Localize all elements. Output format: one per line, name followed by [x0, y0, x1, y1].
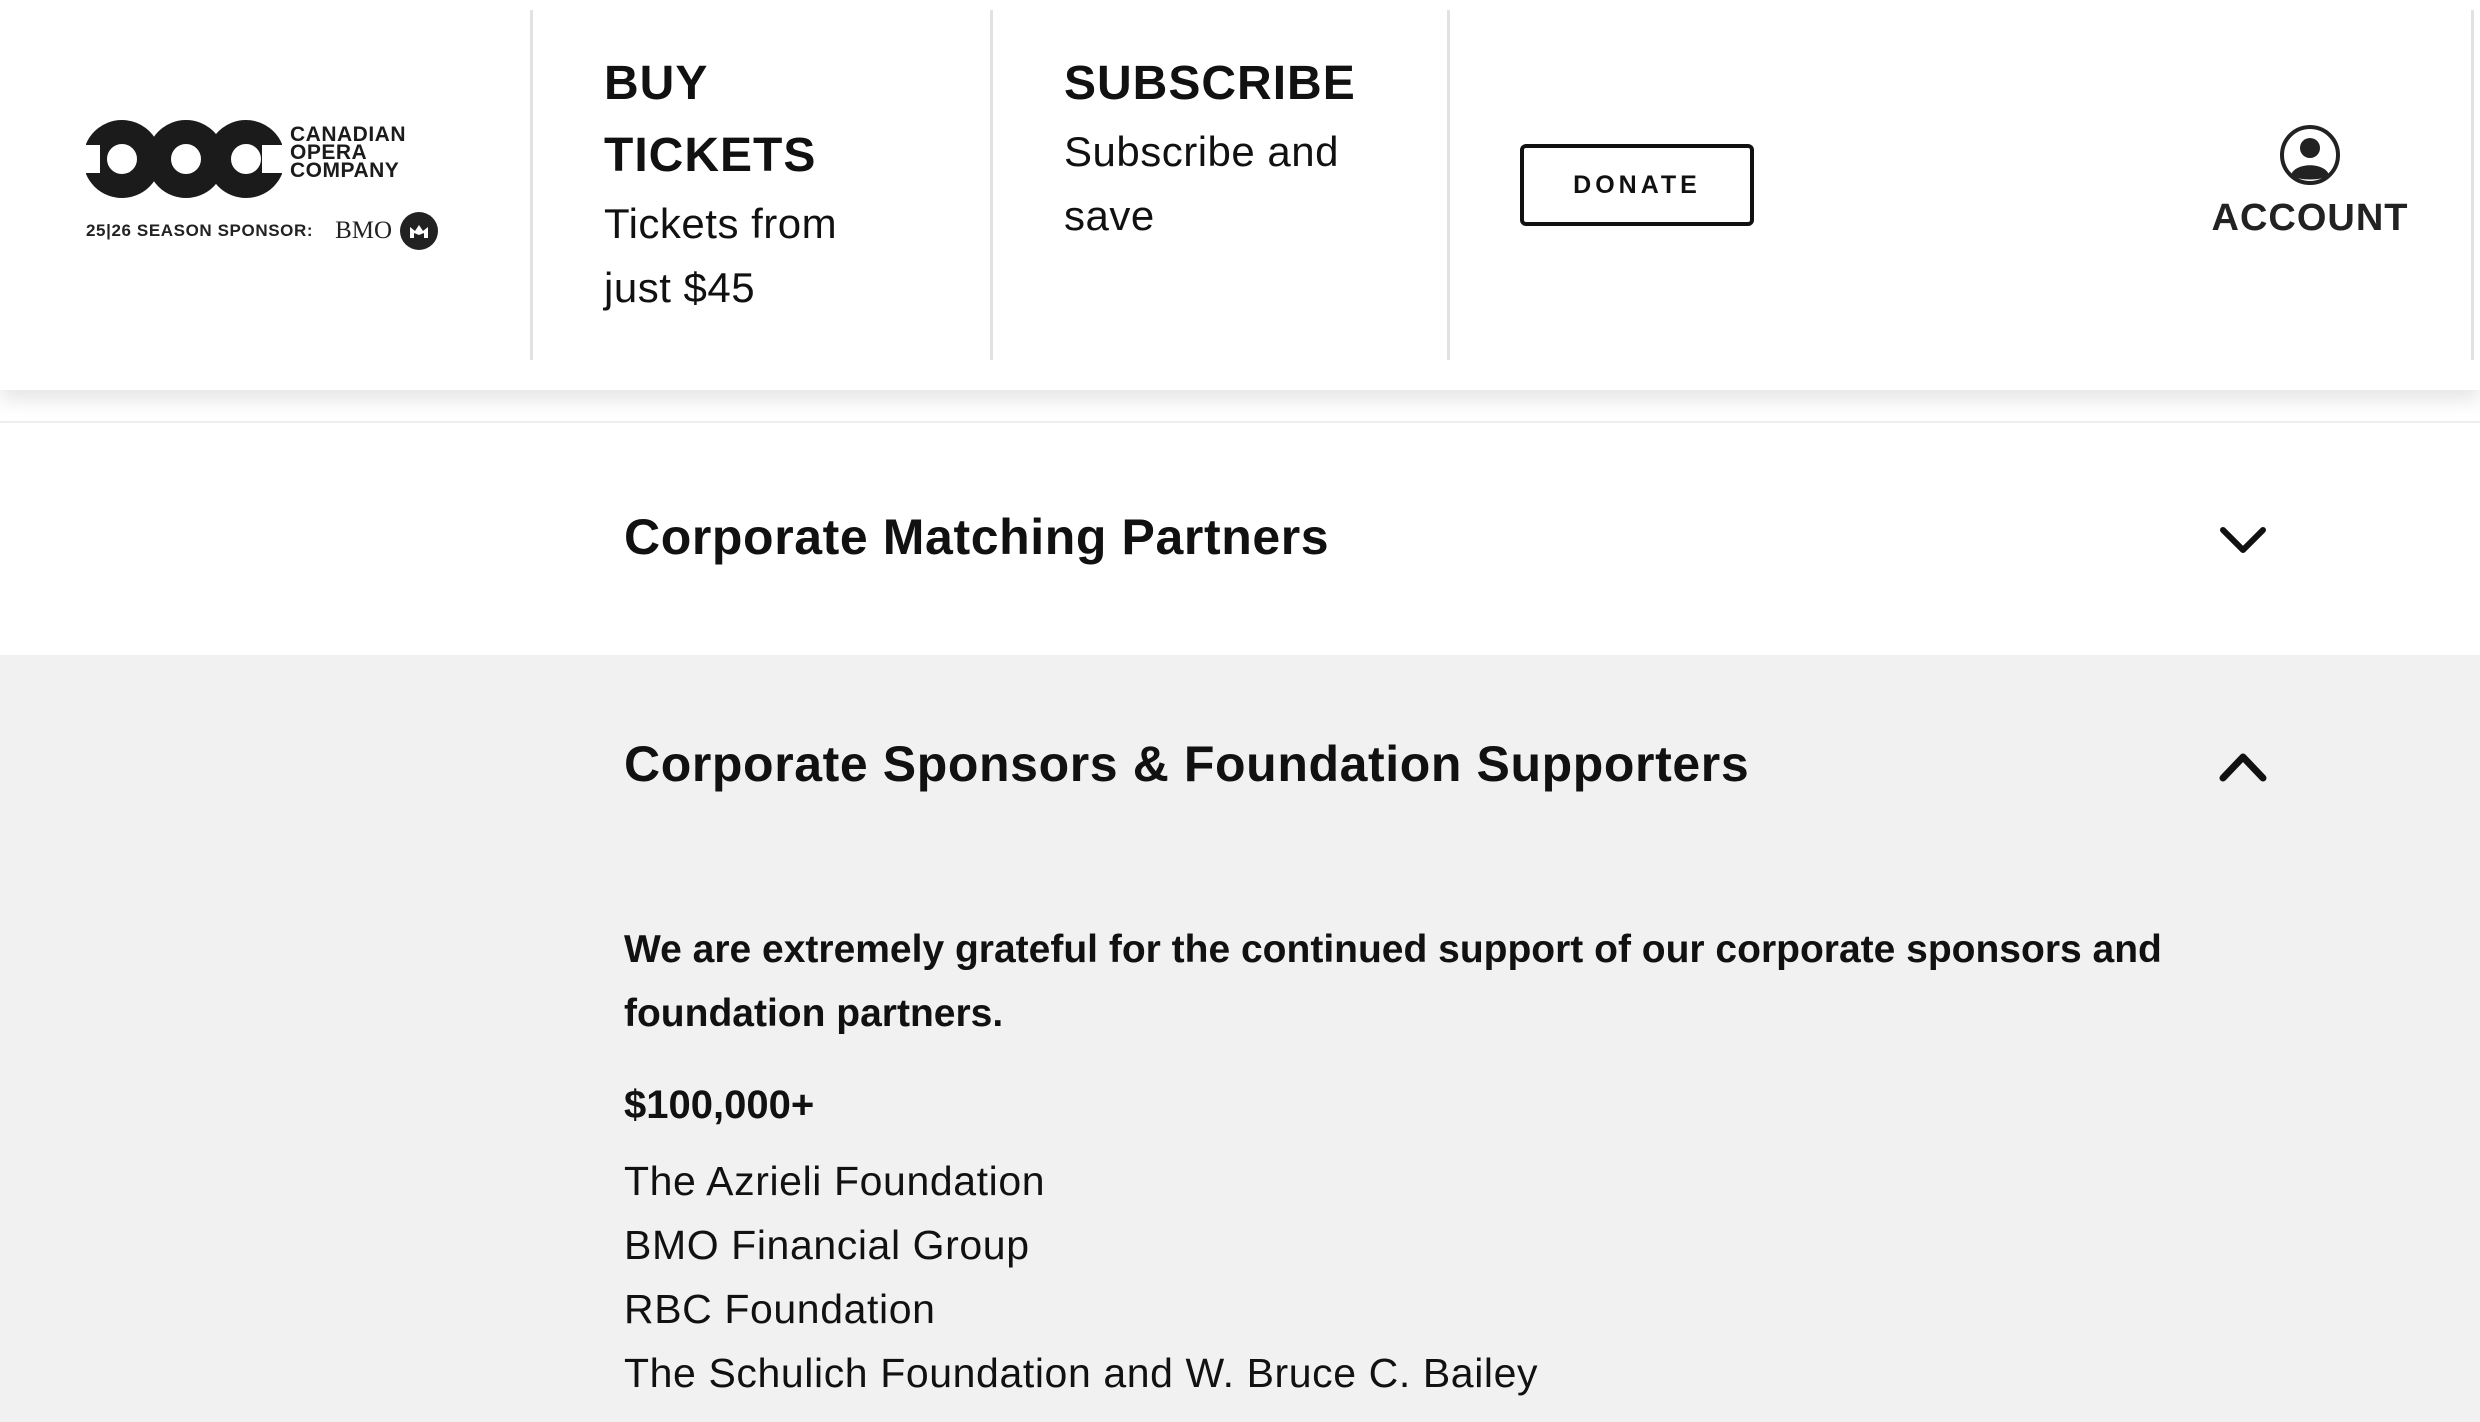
logo-wordmark: CANADIAN OPERA COMPANY — [290, 124, 406, 182]
subscribe-sub-1: Subscribe and — [1064, 128, 1340, 175]
sponsors-intro: We are extremely grateful for the contin… — [624, 928, 2162, 1035]
list-item: BMO Financial Group — [624, 1222, 1030, 1268]
list-item: RBC Foundation — [624, 1286, 936, 1332]
donate-button[interactable]: DONATE — [1520, 144, 1754, 226]
chevron-down-icon — [2220, 527, 2266, 553]
coc-logo[interactable]: CANADIAN OPERA COMPANY 25|26 SEASON SPON… — [86, 112, 486, 262]
buy-tickets-title-2: TICKETS — [604, 129, 817, 182]
header-divider — [2471, 10, 2474, 360]
season-sponsor: 25|26 SEASON SPONSOR: BMO — [86, 212, 439, 250]
list-item: The Schulich Foundation and W. Bruce C. … — [624, 1350, 1539, 1396]
subscribe-link[interactable]: SUBSCRIBE Subscribe and save — [1064, 48, 1356, 248]
bmo-roundel-icon — [400, 212, 439, 250]
buy-tickets-sub-2: just $45 — [604, 264, 756, 311]
header-divider — [990, 10, 993, 360]
account-label: ACCOUNT — [2211, 197, 2409, 239]
buy-tickets-sub-1: Tickets from — [604, 200, 838, 247]
accordion-corporate-sponsors: Corporate Sponsors & Foundation Supporte… — [0, 655, 2480, 1422]
season-sponsor-text: 25|26 SEASON SPONSOR: — [86, 221, 314, 240]
user-circle-icon — [2280, 125, 2340, 185]
tier-heading: $100,000+ — [624, 1083, 815, 1127]
account-link[interactable]: ACCOUNT — [2205, 124, 2415, 240]
header-divider — [530, 10, 533, 360]
subscribe-title: SUBSCRIBE — [1064, 57, 1356, 110]
list-item: The Azrieli Foundation — [624, 1158, 1046, 1204]
subscribe-sub-2: save — [1064, 192, 1155, 239]
header-divider — [1447, 10, 1450, 360]
chevron-up-icon — [2219, 753, 2267, 782]
accordion-corporate-matching[interactable]: Corporate Matching Partners — [0, 423, 2480, 655]
buy-tickets-title-1: BUY — [604, 57, 709, 110]
accordion-title: Corporate Matching Partners — [624, 509, 1330, 565]
accordion-header[interactable]: Corporate Sponsors & Foundation Supporte… — [0, 655, 2480, 805]
buy-tickets-link[interactable]: BUY TICKETS Tickets from just $45 — [604, 48, 837, 320]
logo-word-3: COMPANY — [290, 159, 400, 182]
accordion-title: Corporate Sponsors & Foundation Supporte… — [624, 736, 1750, 792]
bmo-wordmark: BMO — [335, 217, 393, 244]
site-header: CANADIAN OPERA COMPANY 25|26 SEASON SPON… — [0, 0, 2480, 390]
supporter-list: The Azrieli Foundation BMO Financial Gro… — [624, 1149, 1538, 1405]
coc-rings-logo-icon — [86, 120, 282, 198]
